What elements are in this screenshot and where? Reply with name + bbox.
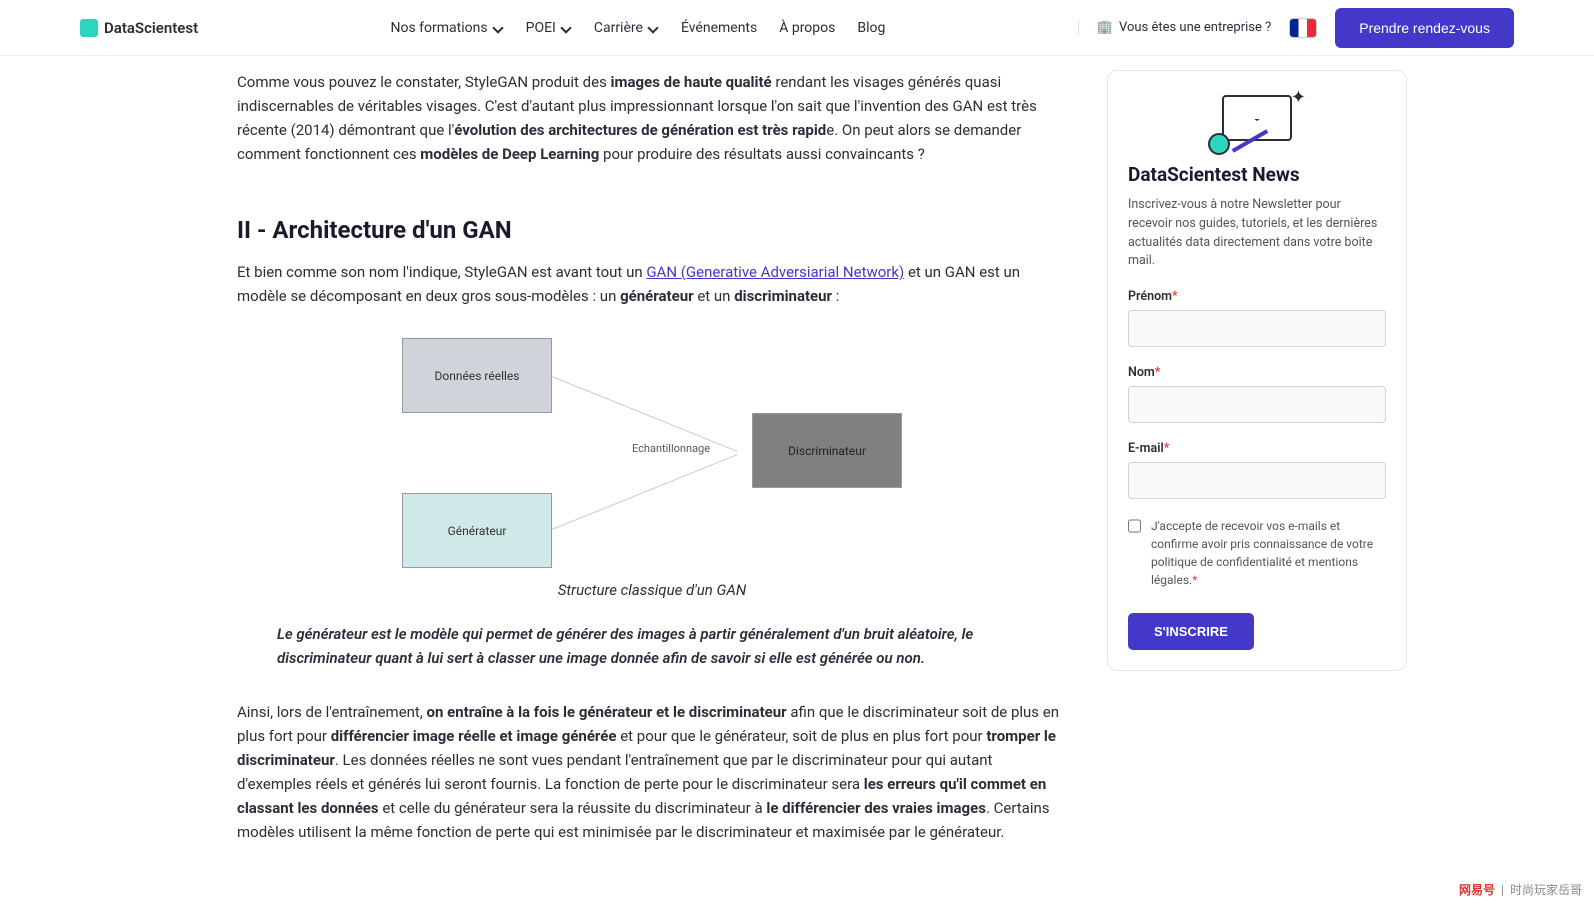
consent-checkbox[interactable] [1128,519,1141,533]
nav-formations[interactable]: Nos formations [391,20,504,36]
page-content: Comme vous pouvez le constater, StyleGAN… [47,0,1547,900]
newsletter-icon: ✦ [1212,91,1302,151]
gan-diagram: Données réelles Générateur Discriminateu… [402,338,902,568]
nav-evenements[interactable]: Événements [681,20,757,36]
header-right: 🏢 Vous êtes une entreprise ? Prendre ren… [1078,8,1514,48]
magnifier-icon [1208,133,1230,155]
nav-poei[interactable]: POEI [526,20,572,36]
nom-input[interactable] [1128,386,1386,423]
site-header: DataScientest Nos formations POEI Carriè… [0,0,1594,56]
diagram-caption: Structure classique d'un GAN [237,578,1067,602]
paragraph-intro: Comme vous pouvez le constater, StyleGAN… [237,70,1067,166]
chevron-down-icon [560,22,572,34]
nav-apropos[interactable]: À propos [779,20,835,36]
email-label: E-mail* [1128,441,1386,456]
watermark-author: 时尚玩家岳哥 [1510,881,1582,898]
diagram-line [552,376,738,452]
subscribe-button[interactable]: S'INSCRIRE [1128,613,1254,650]
email-input[interactable] [1128,462,1386,499]
consent-row: J'accepte de recevoir vos e-mails et con… [1128,517,1386,589]
quote-block: Le générateur est le modèle qui permet d… [237,622,1067,670]
diagram-sampling-label: Echantillonnage [632,442,710,455]
cta-button[interactable]: Prendre rendez-vous [1335,8,1514,48]
gan-link[interactable]: GAN (Generative Adversiarial Network) [646,263,904,281]
logo-text: DataScientest [104,19,198,37]
form-group-email: E-mail* [1128,441,1386,499]
nom-label: Nom* [1128,365,1386,380]
diagram-generator: Générateur [402,493,552,568]
paragraph-training: Ainsi, lors de l'entraînement, on entraî… [237,700,1067,844]
prenom-label: Prénom* [1128,289,1386,304]
nav-blog[interactable]: Blog [857,20,885,36]
diagram-line [552,454,738,530]
form-group-nom: Nom* [1128,365,1386,423]
newsletter-title: DataScientest News [1128,163,1386,186]
chevron-down-icon [492,22,504,34]
chevron-down-icon [647,22,659,34]
paragraph-gan-def: Et bien comme son nom l'indique, StyleGA… [237,260,1067,308]
main-nav: Nos formations POEI Carrière Événements … [391,20,886,36]
form-group-prenom: Prénom* [1128,289,1386,347]
watermark-brand: 网易号 [1459,881,1495,898]
newsletter-card: ✦ DataScientest News Inscrivez-vous à no… [1107,70,1407,671]
logo-icon [80,19,98,37]
diagram-real-data: Données réelles [402,338,552,413]
diagram-discriminator: Discriminateur [752,413,902,488]
section-heading: II - Architecture d'un GAN [237,216,1067,244]
enterprise-link[interactable]: 🏢 Vous êtes une entreprise ? [1078,20,1271,35]
consent-label: J'accepte de recevoir vos e-mails et con… [1151,517,1386,589]
prenom-input[interactable] [1128,310,1386,347]
watermark: 网易号 | 时尚玩家岳哥 [1459,881,1582,898]
newsletter-desc: Inscrivez-vous à notre Newsletter pour r… [1128,196,1386,271]
building-icon: 🏢 [1097,20,1113,35]
sparkle-icon: ✦ [1291,87,1306,108]
article-body: Comme vous pouvez le constater, StyleGAN… [237,70,1067,860]
logo[interactable]: DataScientest [80,19,198,37]
sidebar: ✦ DataScientest News Inscrivez-vous à no… [1107,70,1407,860]
nav-carriere[interactable]: Carrière [594,20,659,36]
language-flag-fr[interactable] [1289,18,1317,38]
